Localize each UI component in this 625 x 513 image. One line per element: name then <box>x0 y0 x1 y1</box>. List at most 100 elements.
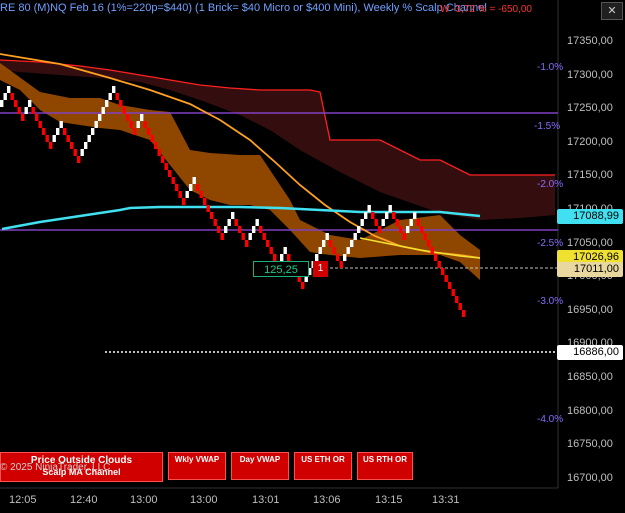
close-icon[interactable]: ✕ <box>601 2 623 20</box>
renko-brick-up <box>84 142 88 149</box>
renko-brick-down <box>458 303 462 310</box>
renko-brick-down <box>119 100 123 107</box>
renko-brick-down <box>171 177 175 184</box>
renko-brick-up <box>350 240 354 247</box>
position-qty[interactable]: 1 <box>313 261 328 277</box>
renko-brick-down <box>126 114 130 121</box>
renko-brick-down <box>175 184 179 191</box>
renko-brick-up <box>185 191 189 198</box>
renko-brick-down <box>427 240 431 247</box>
renko-brick-down <box>374 219 378 226</box>
renko-brick-down <box>339 261 343 268</box>
renko-brick-down <box>287 254 291 261</box>
renko-brick-down <box>150 135 154 142</box>
renko-brick-up <box>91 128 95 135</box>
price-axis-label: 17200,00 <box>567 135 613 148</box>
renko-brick-up <box>105 100 109 107</box>
renko-brick-down <box>161 156 165 163</box>
price-axis-label: 17350,00 <box>567 35 613 47</box>
price-axis-label: 16700,00 <box>567 471 613 484</box>
renko-brick-down <box>262 233 266 240</box>
renko-brick-up <box>98 114 102 121</box>
renko-brick-up <box>24 107 28 114</box>
time-axis-label: 13:15 <box>375 494 403 506</box>
renko-brick-down <box>241 233 245 240</box>
renko-brick-up <box>322 240 326 247</box>
weekly-vwap-label: Wkly VWAP <box>174 455 220 464</box>
renko-brick-up <box>280 254 284 261</box>
renko-brick-up <box>112 86 116 93</box>
renko-brick-down <box>455 296 459 303</box>
day-vwap-label: Day VWAP <box>239 455 281 464</box>
percent-label: -1.0% <box>537 62 564 73</box>
time-axis-label: 13:31 <box>432 494 460 506</box>
renko-brick-down <box>133 128 137 135</box>
renko-brick-down <box>21 114 25 121</box>
renko-brick-down <box>164 163 168 170</box>
percent-label: -2.0% <box>537 179 564 190</box>
price-tag: 17088,99 <box>557 209 623 224</box>
renko-brick-down <box>42 128 46 135</box>
renko-brick-up <box>252 226 256 233</box>
copyright-text: © 2025 NinjaTrader, LLC <box>0 462 111 473</box>
renko-brick-up <box>108 93 112 100</box>
time-axis-label: 13:00 <box>130 494 158 506</box>
renko-brick-up <box>406 226 410 233</box>
price-axis-label: 17300,00 <box>567 68 613 81</box>
renko-brick-down <box>329 240 333 247</box>
renko-brick-down <box>73 149 77 156</box>
renko-brick-up <box>140 114 144 121</box>
renko-brick-down <box>301 282 305 289</box>
renko-brick-down <box>129 121 133 128</box>
renko-brick-up <box>364 212 368 219</box>
renko-brick-down <box>45 135 49 142</box>
renko-brick-up <box>59 121 63 128</box>
renko-brick-up <box>28 100 32 107</box>
renko-brick-down <box>203 198 207 205</box>
renko-brick-up <box>353 233 357 240</box>
renko-brick-down <box>63 128 67 135</box>
renko-brick-down <box>168 170 172 177</box>
renko-brick-down <box>332 247 336 254</box>
renko-brick-down <box>14 100 18 107</box>
renko-brick-down <box>269 247 273 254</box>
renko-brick-down <box>434 254 438 261</box>
renko-brick-up <box>367 205 371 212</box>
account-pnl-text: W -3,72 % = -650,00 <box>440 4 532 15</box>
renko-brick-down <box>122 107 126 114</box>
us-eth-or-button[interactable]: US ETH OR <box>294 452 352 480</box>
chart-area[interactable]: RE 80 (M)NQ Feb 16 (1%=220p=$440) (1 Bri… <box>0 0 625 508</box>
renko-brick-down <box>462 310 466 317</box>
renko-brick-down <box>238 226 242 233</box>
renko-brick-up <box>101 107 105 114</box>
renko-brick-up <box>136 121 140 128</box>
renko-brick-up <box>87 135 91 142</box>
percent-label: -3.0% <box>537 296 564 307</box>
renko-brick-up <box>52 135 56 142</box>
weekly-vwap-button[interactable]: Wkly VWAP <box>168 452 226 480</box>
renko-brick-up <box>248 233 252 240</box>
price-axis-label: 16750,00 <box>567 438 613 451</box>
renko-brick-down <box>430 247 434 254</box>
position-pnl-box[interactable]: 125,25 <box>253 261 309 277</box>
renko-brick-down <box>217 226 221 233</box>
renko-brick-down <box>17 107 21 114</box>
renko-brick-down <box>416 219 420 226</box>
renko-brick-down <box>378 226 382 233</box>
renko-brick-down <box>420 226 424 233</box>
renko-brick-up <box>388 205 392 212</box>
renko-brick-down <box>115 93 119 100</box>
renko-brick-up <box>409 219 413 226</box>
day-vwap-button[interactable]: Day VWAP <box>231 452 289 480</box>
time-axis-label: 13:01 <box>252 494 280 506</box>
renko-brick-up <box>80 149 84 156</box>
renko-brick-down <box>196 184 200 191</box>
renko-brick-up <box>189 184 193 191</box>
us-rth-or-button[interactable]: US RTH OR <box>357 452 413 480</box>
renko-brick-down <box>234 219 238 226</box>
renko-brick-up <box>325 233 329 240</box>
price-chart[interactable] <box>0 0 625 508</box>
renko-brick-up <box>360 219 364 226</box>
renko-brick-down <box>273 254 277 261</box>
renko-brick-down <box>77 156 81 163</box>
